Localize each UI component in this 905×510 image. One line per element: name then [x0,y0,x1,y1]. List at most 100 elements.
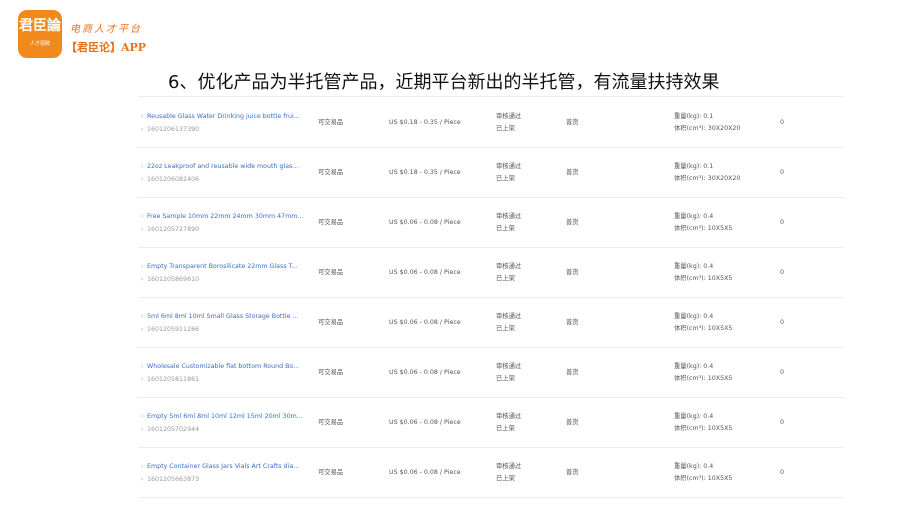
weight: 重量(kg): 0.4 [674,363,714,370]
goods-type: 普货 [566,169,579,176]
brand-app-name: 【君臣论】APP [66,41,147,54]
trade-status: 可交易品 [318,169,344,176]
product-title-link[interactable]: Empty Container Glass Jars Vials Art Cra… [147,461,299,472]
id-marker-icon: › [141,426,144,433]
weight: 重量(kg): 0.4 [674,413,714,420]
shelf-status: 已上架 [496,375,515,382]
shelf-status: 已上架 [496,425,515,432]
weight: 重量(kg): 0.4 [674,463,714,470]
id-marker-icon: › [141,376,144,383]
volume: 体积(cm³): 10X5X5 [674,225,733,232]
shelf-status: 已上架 [496,325,515,332]
audit-status: 审核通过 [496,163,522,170]
price-range: US $0.06 - 0.08 / Piece [389,419,461,426]
price-range: US $0.06 - 0.08 / Piece [389,369,461,376]
table-row: › Empty 5ml 6ml 8ml 10ml 12ml 15ml 20ml … [138,397,844,448]
id-marker-icon: › [141,226,144,233]
stock-count: 0 [780,169,785,176]
volume: 体积(cm³): 10X5X5 [674,325,733,332]
product-title-link[interactable]: Empty Transparent Borosilicate 22mm Glas… [147,261,298,272]
product-id: 1601205702944 [147,426,200,433]
trade-status: 可交易品 [318,319,344,326]
goods-type: 普货 [566,219,579,226]
id-marker-icon: › [141,326,144,333]
stock-count: 0 [780,269,785,276]
row-marker-icon: › [141,113,144,120]
product-id: 1601205727890 [147,226,200,233]
product-title-link[interactable]: 5ml 6ml 8ml 10ml Small Glass Storage Bot… [147,311,299,322]
stock-count: 0 [780,319,785,326]
price-range: US $0.18 - 0.35 / Piece [389,169,461,176]
weight: 重量(kg): 0.1 [674,163,714,170]
volume: 体积(cm³): 30X20X20 [674,175,741,182]
product-id: 1601205663873 [147,476,200,483]
row-marker-icon: › [141,313,144,320]
product-title-link[interactable]: Free Sample 10mm 22mm 24mm 30mm 47mm... [147,211,303,222]
stock-count: 0 [780,119,785,126]
goods-type: 普货 [566,369,579,376]
logo-subtext: 人才招聘 [29,41,50,47]
id-marker-icon: › [141,476,144,483]
goods-type: 普货 [566,319,579,326]
stock-count: 0 [780,369,785,376]
trade-status: 可交易品 [318,269,344,276]
row-marker-icon: › [141,213,144,220]
price-range: US $0.06 - 0.08 / Piece [389,469,461,476]
stock-count: 0 [780,469,785,476]
shelf-status: 已上架 [496,275,515,282]
trade-status: 可交易品 [318,219,344,226]
row-marker-icon: › [141,463,144,470]
weight: 重量(kg): 0.4 [674,263,714,270]
audit-status: 审核通过 [496,363,522,370]
weight: 重量(kg): 0.4 [674,213,714,220]
shelf-status: 已上架 [496,175,515,182]
price-range: US $0.06 - 0.08 / Piece [389,319,461,326]
product-id: 1601206082406 [147,176,200,183]
shelf-status: 已上架 [496,125,515,132]
product-title-link[interactable]: Wholesale Customizable flat bottom Round… [147,361,299,372]
brand-slogan: 电商人才平台 [70,24,142,35]
product-title-link[interactable]: Empty 5ml 6ml 8ml 10ml 12ml 15ml 20ml 30… [147,411,303,422]
goods-type: 普货 [566,469,579,476]
audit-status: 审核通过 [496,313,522,320]
audit-status: 审核通过 [496,213,522,220]
row-marker-icon: › [141,163,144,170]
row-marker-icon: › [141,413,144,420]
weight: 重量(kg): 0.4 [674,313,714,320]
audit-status: 审核通过 [496,413,522,420]
volume: 体积(cm³): 30X20X20 [674,125,741,132]
product-title-link[interactable]: 22oz Leakproof and reusable wide mouth g… [147,161,298,172]
id-marker-icon: › [141,276,144,283]
volume: 体积(cm³): 10X5X5 [674,425,733,432]
audit-status: 审核通过 [496,113,522,120]
row-marker-icon: › [141,363,144,370]
page-title: 6、优化产品为半托管产品，近期平台新出的半托管，有流量扶持效果 [168,72,720,93]
audit-status: 审核通过 [496,463,522,470]
volume: 体积(cm³): 10X5X5 [674,375,733,382]
product-table: › Reusable Glass Water Drinking juice bo… [138,96,844,510]
id-marker-icon: › [141,126,144,133]
volume: 体积(cm³): 10X5X5 [674,475,733,482]
trade-status: 可交易品 [318,469,344,476]
product-id: 1601205811861 [147,376,200,383]
product-title-link[interactable]: Reusable Glass Water Drinking juice bott… [147,111,300,122]
trade-status: 可交易品 [318,369,344,376]
goods-type: 普货 [566,269,579,276]
trade-status: 可交易品 [318,119,344,126]
volume: 体积(cm³): 10X5X5 [674,275,733,282]
goods-type: 普货 [566,419,579,426]
shelf-status: 已上架 [496,475,515,482]
product-id: 1601206137390 [147,126,200,133]
product-id: 1601205869610 [147,276,200,283]
stock-count: 0 [780,419,785,426]
goods-type: 普货 [566,119,579,126]
price-range: US $0.06 - 0.08 / Piece [389,269,461,276]
table-row: › 5ml 6ml 8ml 10ml Small Glass Storage B… [138,297,844,348]
row-marker-icon: › [141,263,144,270]
audit-status: 审核通过 [496,263,522,270]
weight: 重量(kg): 0.1 [674,113,714,120]
id-marker-icon: › [141,176,144,183]
table-row: › 22oz Leakproof and reusable wide mouth… [138,147,844,198]
product-id: 1601205911266 [147,326,200,333]
shelf-status: 已上架 [496,225,515,232]
